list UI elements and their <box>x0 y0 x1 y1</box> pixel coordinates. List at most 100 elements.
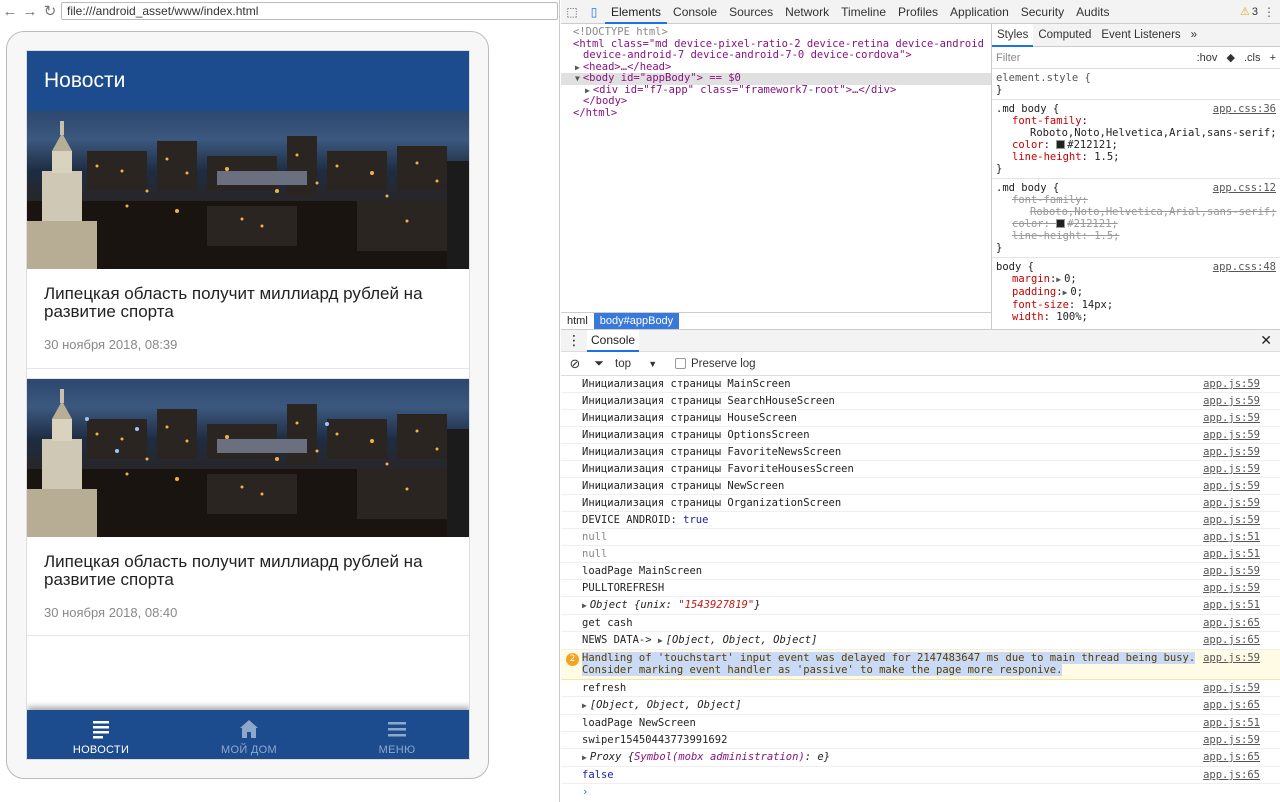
console-drawer-tab[interactable]: Console <box>587 329 640 352</box>
color-swatch[interactable] <box>1056 219 1066 228</box>
console-message: swiper15450443773991692 app.js:59 <box>561 732 1280 749</box>
tab-computed[interactable]: Computed <box>1033 24 1096 47</box>
message-source-link[interactable]: app.js:59 <box>1203 682 1260 694</box>
tab-elements[interactable]: Elements <box>605 0 668 24</box>
message-source-link[interactable]: app.js:59 <box>1203 480 1260 492</box>
news-card[interactable]: Липецкая область получит миллиард рублей… <box>27 378 469 636</box>
style-property[interactable]: line-height: 1.5; <box>996 230 1276 242</box>
tree-node-body-close[interactable]: </body> <box>561 95 991 108</box>
message-source-link[interactable]: app.js:59 <box>1203 446 1260 458</box>
style-property[interactable]: font-family: <box>996 194 1276 206</box>
style-property[interactable]: padding:▶ 0; <box>996 286 1276 299</box>
warning-counter[interactable]: ⚠ 3 <box>1240 5 1258 19</box>
news-card[interactable]: Липецкая область получит миллиард рублей… <box>27 111 469 369</box>
message-source-link[interactable]: app.js:51 <box>1203 717 1260 729</box>
message-source-link[interactable]: app.js:59 <box>1203 514 1260 526</box>
message-source-link[interactable]: app.js:59 <box>1203 565 1260 577</box>
message-text: PULLTOREFRESH <box>582 582 665 594</box>
tab-my-home[interactable]: МОЙ ДОМ <box>175 710 323 759</box>
rule-source-link[interactable]: app.css:48 <box>1213 261 1276 273</box>
message-source-link[interactable]: app.js:65 <box>1203 769 1260 781</box>
styles-filter-input[interactable]: Filter <box>996 52 1020 64</box>
context-selector[interactable]: top ▼ <box>615 358 663 370</box>
message-source-link[interactable]: app.js:65 <box>1203 751 1260 763</box>
crumb-html[interactable]: html <box>561 313 594 330</box>
color-format-icon[interactable]: ◆ <box>1226 52 1234 64</box>
filter-icon[interactable]: ⏷ <box>589 356 609 371</box>
clear-console-icon[interactable]: ⊘ <box>561 356 589 372</box>
tab-network[interactable]: Network <box>779 0 835 24</box>
console-prompt[interactable]: › <box>561 784 1280 801</box>
message-source-link[interactable]: app.js:59 <box>1203 734 1260 746</box>
message-source-link[interactable]: app.js:51 <box>1203 548 1260 560</box>
message-source-link[interactable]: app.js:59 <box>1203 378 1260 390</box>
tab-audits[interactable]: Audits <box>1070 0 1115 24</box>
warning-text-line2: Consider marking event handler as 'passi… <box>582 664 1063 676</box>
rule-source-link[interactable]: app.css:36 <box>1213 103 1276 115</box>
tab-news[interactable]: НОВОСТИ <box>27 710 175 759</box>
close-drawer-button[interactable]: ✕ <box>1260 332 1272 349</box>
style-property[interactable]: color: #212121; <box>996 139 1276 151</box>
more-tabs-button[interactable]: » <box>1186 24 1202 47</box>
message-source-link[interactable]: app.js:59 <box>1203 429 1260 441</box>
back-button[interactable]: ← <box>0 1 20 21</box>
rule-close: } <box>996 242 1003 254</box>
message-source-link[interactable]: app.js:59 <box>1203 463 1260 475</box>
color-swatch[interactable] <box>1056 140 1066 149</box>
forward-button[interactable]: → <box>20 1 40 21</box>
style-rule-element: element.style { } <box>992 69 1280 100</box>
message-source-link[interactable]: app.js:59 <box>1203 395 1260 407</box>
message-source-link[interactable]: app.js:59 <box>1203 412 1260 424</box>
page-title: Новости <box>44 69 126 92</box>
message-source-link[interactable]: app.js:59 <box>1203 497 1260 509</box>
style-property[interactable]: line-height: 1.5; <box>996 151 1276 163</box>
drawer-menu-icon[interactable]: ⋮ <box>561 332 587 349</box>
tab-console[interactable]: Console <box>667 0 723 24</box>
style-property[interactable]: margin:▶ 0; <box>996 273 1276 286</box>
prop-value: 14px; <box>1081 299 1114 311</box>
crumb-body[interactable]: body#appBody <box>593 312 680 330</box>
message-source-link[interactable]: app.js:51 <box>1203 599 1260 611</box>
console-message-object[interactable]: ▶ Proxy {Symbol(mobx administration): e} a… <box>561 749 1280 767</box>
message-source-link[interactable]: app.js:51 <box>1203 531 1260 543</box>
message-text: Proxy { <box>589 751 635 763</box>
device-mode-button[interactable]: ▯ <box>583 0 605 24</box>
add-rule-button[interactable]: + <box>1270 52 1276 64</box>
prop-value: 1.5; <box>1094 230 1120 242</box>
tab-menu[interactable]: МЕНЮ <box>323 710 469 759</box>
tab-sources[interactable]: Sources <box>723 0 779 24</box>
message-source-link[interactable]: app.js:65 <box>1203 699 1260 711</box>
tab-event-listeners[interactable]: Event Listeners <box>1096 24 1185 47</box>
preserve-log-checkbox[interactable] <box>675 358 686 369</box>
message-source-link[interactable]: app.js:59 <box>1203 652 1260 664</box>
styles-pane: Styles Computed Event Listeners » Filter… <box>991 24 1280 329</box>
message-source-link[interactable]: app.js:65 <box>1203 617 1260 629</box>
inspect-button[interactable]: ⬚ <box>561 0 583 24</box>
tree-node-html-close[interactable]: </html> <box>561 107 991 120</box>
url-input[interactable]: file:///android_asset/www/index.html <box>61 2 558 20</box>
tab-application[interactable]: Application <box>944 0 1015 24</box>
tab-profiles[interactable]: Profiles <box>892 0 944 24</box>
tab-styles[interactable]: Styles <box>992 24 1034 47</box>
more-options-button[interactable]: ⋮ <box>1258 0 1280 24</box>
hov-button[interactable]: :hov <box>1197 52 1218 64</box>
message-source-link[interactable]: app.js:65 <box>1203 634 1260 646</box>
style-property[interactable]: color: #212121; <box>996 218 1276 230</box>
style-property[interactable]: width: 100%; <box>996 311 1276 323</box>
cls-button[interactable]: .cls <box>1244 52 1261 64</box>
message-source-link[interactable]: app.js:59 <box>1203 582 1260 594</box>
tree-node-doctype[interactable]: <!DOCTYPE html> <box>561 26 991 39</box>
kebab-icon: ⋮ <box>1263 4 1275 19</box>
tree-node-html[interactable]: <html class="md device-pixel-ratio-2 dev… <box>571 38 991 62</box>
expand-triangle-icon[interactable]: ▶ <box>658 636 663 645</box>
tab-security[interactable]: Security <box>1015 0 1070 24</box>
console-message-object[interactable]: ▶ [Object, Object, Object] app.js:65 <box>561 697 1280 715</box>
rule-source-link[interactable]: app.css:12 <box>1213 182 1276 194</box>
style-property[interactable]: font-size: 14px; <box>996 299 1276 311</box>
message-text: null <box>582 548 608 560</box>
message-text: false <box>582 769 614 781</box>
tab-timeline[interactable]: Timeline <box>835 0 892 24</box>
console-message-object[interactable]: ▶ Object {unix: "1543927819"} app.js:51 <box>561 597 1280 615</box>
style-property[interactable]: font-family: <box>996 115 1276 127</box>
reload-button[interactable]: ↻ <box>40 1 60 21</box>
